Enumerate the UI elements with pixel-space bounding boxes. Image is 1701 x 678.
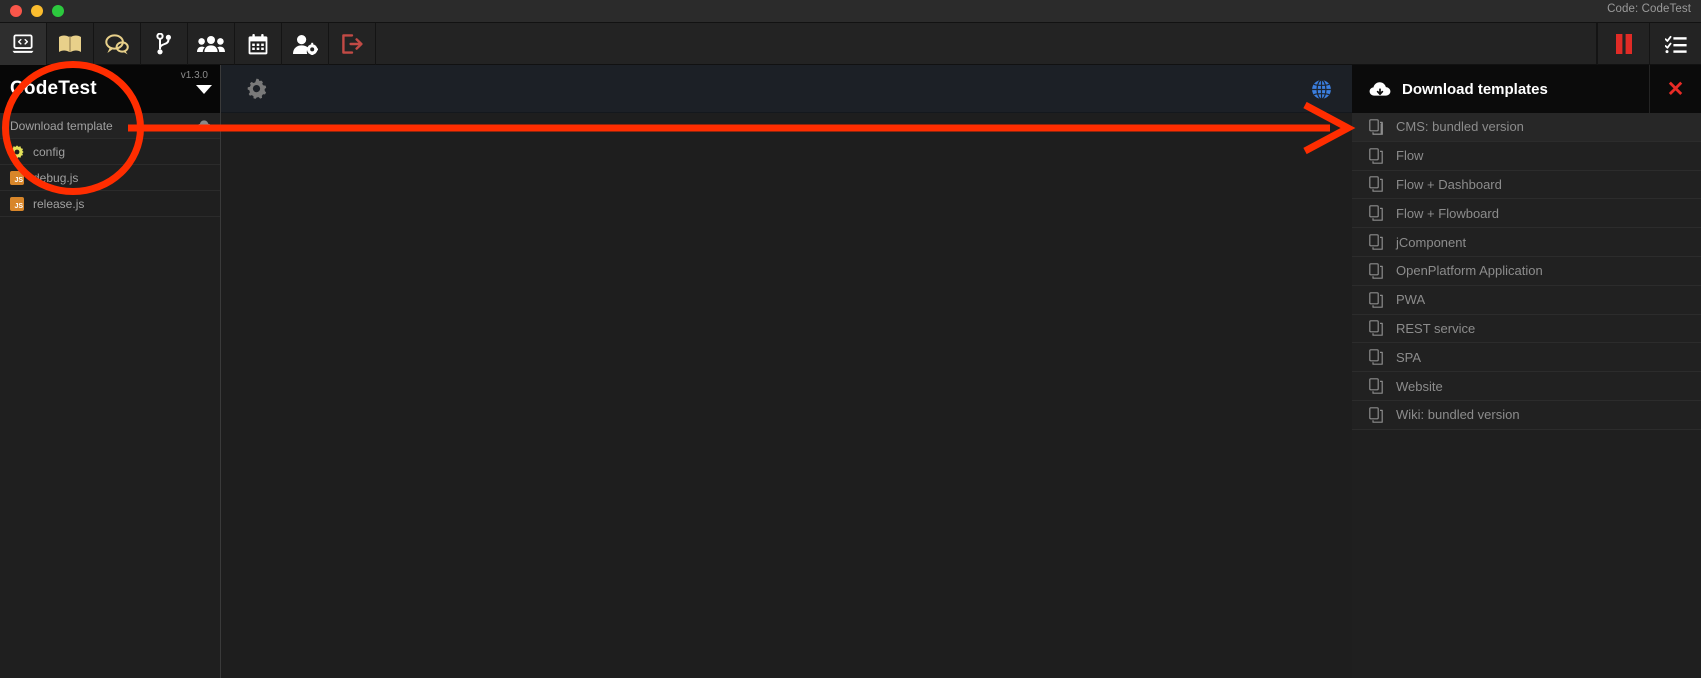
template-item-wiki-bundled-version[interactable]: Wiki: bundled version: [1352, 401, 1701, 430]
project-name: CodeTest: [10, 78, 97, 99]
editor-toolbar: [221, 65, 1352, 113]
project-sidebar: CodeTest v1.3.0 Download template config…: [0, 65, 221, 678]
chevron-down-icon[interactable]: [196, 85, 212, 94]
project-version: v1.3.0: [180, 70, 208, 81]
book-icon: [58, 34, 82, 54]
template-item-rest-service[interactable]: REST service: [1352, 315, 1701, 344]
window-title: Code: CodeTest: [1607, 3, 1691, 15]
close-x-icon[interactable]: ✕: [1649, 65, 1701, 113]
checklist-icon: [1664, 35, 1687, 54]
maximize-window-button[interactable]: [52, 5, 64, 17]
globe-icon[interactable]: [1311, 79, 1332, 100]
template-item-website[interactable]: Website: [1352, 372, 1701, 401]
panel-title: Download templates: [1402, 80, 1548, 98]
template-item-flow-dashboard[interactable]: Flow + Dashboard: [1352, 171, 1701, 200]
toolbar-button-logout[interactable]: [329, 23, 376, 65]
copy-files-icon: [1369, 349, 1383, 366]
copy-files-icon: [1369, 234, 1383, 250]
template-item-label: Flow: [1396, 148, 1424, 164]
sidebar-file-label: debug.js: [33, 170, 79, 185]
editor-empty-body[interactable]: [221, 113, 1352, 678]
pause-icon: [1615, 34, 1633, 54]
download-templates-panel: Download templates ✕ CMS: bundled versio…: [1352, 65, 1701, 678]
toolbar-button-users[interactable]: [188, 23, 235, 65]
download-template-row[interactable]: Download template: [0, 113, 220, 139]
panel-header: Download templates ✕: [1352, 65, 1701, 113]
template-item-openplatform-application[interactable]: OpenPlatform Application: [1352, 257, 1701, 286]
copy-files-icon: [1369, 407, 1383, 423]
toolbar-button-calendar[interactable]: [235, 23, 282, 65]
sidebar-header: CodeTest v1.3.0: [0, 65, 220, 113]
template-item-label: Website: [1396, 378, 1443, 394]
template-item-label: PWA: [1396, 292, 1426, 308]
window-controls: [10, 5, 64, 17]
copy-files-icon: [1369, 147, 1383, 164]
js-file-icon: JS: [10, 170, 24, 185]
git-branch-icon: [156, 33, 172, 55]
window-titlebar: Code: CodeTest: [0, 0, 1701, 23]
template-item-label: Wiki: bundled version: [1396, 407, 1520, 423]
main-content-area: [221, 65, 1352, 678]
app-window: Code: CodeTest CodeTest v1.3.0 Download …: [0, 0, 1701, 678]
toolbar-button-documentation[interactable]: [47, 23, 94, 65]
copy-files-icon: [1369, 176, 1383, 193]
close-window-button[interactable]: [10, 5, 22, 17]
sidebar-file-release-js[interactable]: JS release.js: [0, 191, 220, 217]
copy-files-icon: [1369, 263, 1383, 279]
template-item-label: CMS: bundled version: [1396, 119, 1524, 135]
template-item-pwa[interactable]: PWA: [1352, 286, 1701, 315]
code-laptop-icon: [12, 34, 34, 54]
sidebar-file-label: config: [33, 144, 66, 159]
calendar-icon: [248, 33, 268, 55]
template-item-label: jComponent: [1396, 234, 1467, 250]
cloud-download-icon: [197, 119, 212, 132]
sidebar-file-config[interactable]: config: [0, 139, 220, 165]
logout-icon: [341, 34, 363, 54]
sidebar-file-label: release.js: [33, 196, 85, 211]
template-list: CMS: bundled version Flow Flow + Dashboa…: [1352, 113, 1701, 430]
cloud-download-icon: [1369, 81, 1392, 98]
main-toolbar: [0, 23, 1701, 65]
copy-files-icon: [1369, 119, 1383, 135]
gear-icon[interactable]: [246, 78, 267, 99]
template-item-label: OpenPlatform Application: [1396, 263, 1543, 279]
template-item-label: REST service: [1396, 320, 1476, 336]
minimize-window-button[interactable]: [31, 5, 43, 17]
template-item-flow-flowboard[interactable]: Flow + Flowboard: [1352, 199, 1701, 229]
js-file-icon: JS: [10, 196, 24, 211]
toolbar-button-versioning[interactable]: [141, 23, 188, 65]
template-item-spa[interactable]: SPA: [1352, 343, 1701, 373]
chat-icon: [105, 33, 129, 55]
toolbar-button-tasks[interactable]: [1649, 23, 1701, 65]
toolbar-button-code[interactable]: [0, 23, 47, 65]
template-item-jcomponent[interactable]: jComponent: [1352, 228, 1701, 257]
copy-files-icon: [1369, 205, 1383, 222]
copy-files-icon: [1369, 378, 1383, 394]
copy-files-icon: [1369, 291, 1383, 308]
toolbar-button-pause[interactable]: [1597, 23, 1649, 65]
copy-files-icon: [1369, 320, 1383, 337]
user-gear-icon: [292, 34, 318, 55]
download-template-label: Download template: [10, 118, 113, 133]
template-item-label: Flow + Dashboard: [1396, 176, 1502, 192]
toolbar-button-chat[interactable]: [94, 23, 141, 65]
toolbar-button-profile-settings[interactable]: [282, 23, 329, 65]
template-item-cms-bundled-version[interactable]: CMS: bundled version: [1352, 113, 1701, 142]
toolbar-spacer: [376, 23, 1597, 64]
template-item-flow[interactable]: Flow: [1352, 142, 1701, 171]
template-item-label: Flow + Flowboard: [1396, 205, 1499, 221]
sidebar-file-debug-js[interactable]: JS debug.js: [0, 165, 220, 191]
toolbar-right-group: [1597, 23, 1701, 65]
users-icon: [197, 35, 225, 53]
gear-icon: [10, 144, 24, 159]
template-item-label: SPA: [1396, 349, 1422, 365]
